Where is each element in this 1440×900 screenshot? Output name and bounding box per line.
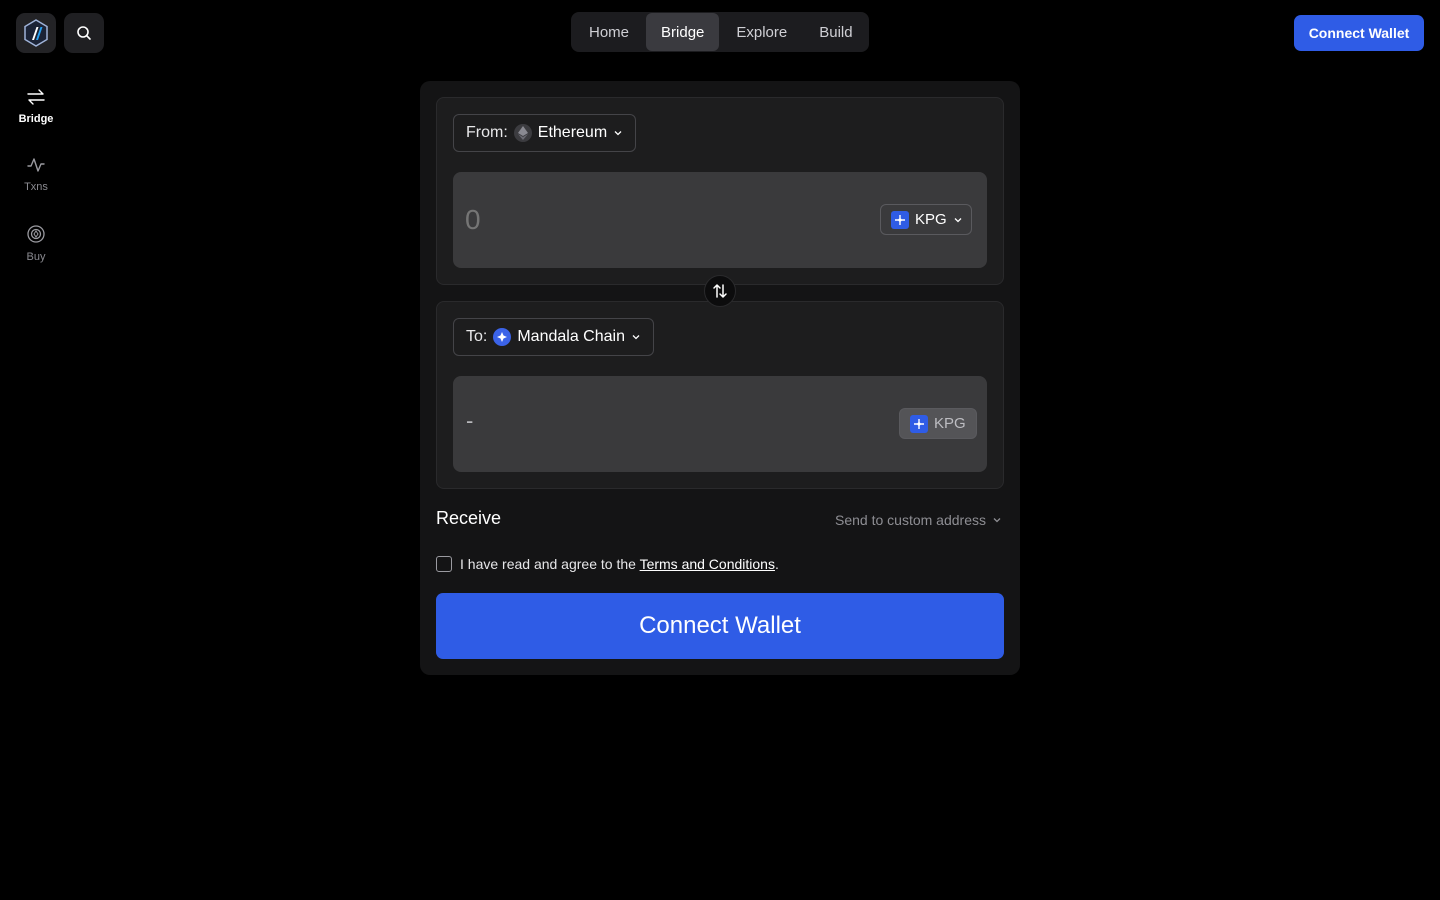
custom-address-toggle[interactable]: Send to custom address [835, 512, 1002, 528]
activity-icon [27, 158, 45, 172]
from-amount-box: KPG [453, 172, 987, 268]
from-token-select[interactable]: KPG [880, 204, 972, 235]
sidebar-item-buy[interactable]: Buy [0, 222, 72, 290]
header-connect-wallet-button[interactable]: Connect Wallet [1294, 15, 1424, 51]
custom-address-label: Send to custom address [835, 512, 986, 528]
sidebar: Bridge Txns Buy [0, 86, 72, 290]
ethereum-icon [513, 124, 532, 142]
from-chain-select[interactable]: From: Ethereum [453, 114, 637, 152]
terms-link[interactable]: Terms and Conditions [640, 556, 775, 572]
terms-suffix: . [774, 556, 779, 572]
kpg-token-icon [891, 210, 909, 229]
app-logo[interactable] [16, 13, 56, 53]
terms-text: I have read and agree to the [460, 556, 636, 572]
arrows-left-right-icon [27, 89, 45, 105]
chevron-down-icon [614, 131, 622, 136]
nav-bridge[interactable]: Bridge [646, 13, 720, 51]
sidebar-item-label: Buy [26, 251, 46, 263]
to-prefix: To: [466, 328, 488, 345]
swap-vertical-icon [713, 284, 727, 298]
to-amount-value: - [466, 408, 474, 433]
from-panel: From: Ethereum KPG [436, 97, 1004, 285]
receive-label: Receive [436, 508, 502, 528]
swap-direction-button[interactable] [704, 275, 736, 307]
chevron-down-icon [954, 217, 962, 222]
to-panel: To: Mandala Chain - KPG [436, 301, 1004, 489]
to-token-badge: KPG [899, 408, 977, 439]
chevron-down-icon [993, 518, 1001, 523]
to-amount-box: - KPG [453, 376, 987, 472]
kpg-token-icon [910, 414, 928, 433]
arbitrum-logo-icon [24, 19, 48, 47]
target-icon [27, 225, 45, 243]
mandala-chain-icon [493, 328, 512, 346]
chevron-down-icon [632, 335, 640, 340]
terms-row: I have read and agree to the Terms and C… [436, 556, 779, 572]
sidebar-item-label: Bridge [18, 113, 54, 125]
to-token-label: KPG [934, 415, 966, 432]
from-token-label: KPG [915, 211, 947, 228]
from-chain-name: Ethereum [537, 124, 608, 141]
sidebar-item-txns[interactable]: Txns [0, 154, 72, 222]
search-button[interactable] [64, 13, 104, 53]
top-nav: Home Bridge Explore Build [571, 12, 869, 52]
to-chain-name: Mandala Chain [517, 328, 625, 345]
terms-checkbox[interactable] [436, 556, 452, 572]
nav-home[interactable]: Home [574, 13, 644, 51]
from-amount-input[interactable] [465, 200, 845, 240]
nav-build[interactable]: Build [804, 13, 867, 51]
nav-explore[interactable]: Explore [721, 13, 802, 51]
to-chain-select[interactable]: To: Mandala Chain [453, 318, 654, 356]
bridge-card: From: Ethereum KPG To: [420, 81, 1020, 675]
connect-wallet-button[interactable]: Connect Wallet [436, 593, 1004, 659]
sidebar-item-label: Txns [24, 181, 48, 193]
from-prefix: From: [466, 124, 508, 141]
sidebar-item-bridge[interactable]: Bridge [0, 86, 72, 154]
search-icon [77, 26, 91, 40]
